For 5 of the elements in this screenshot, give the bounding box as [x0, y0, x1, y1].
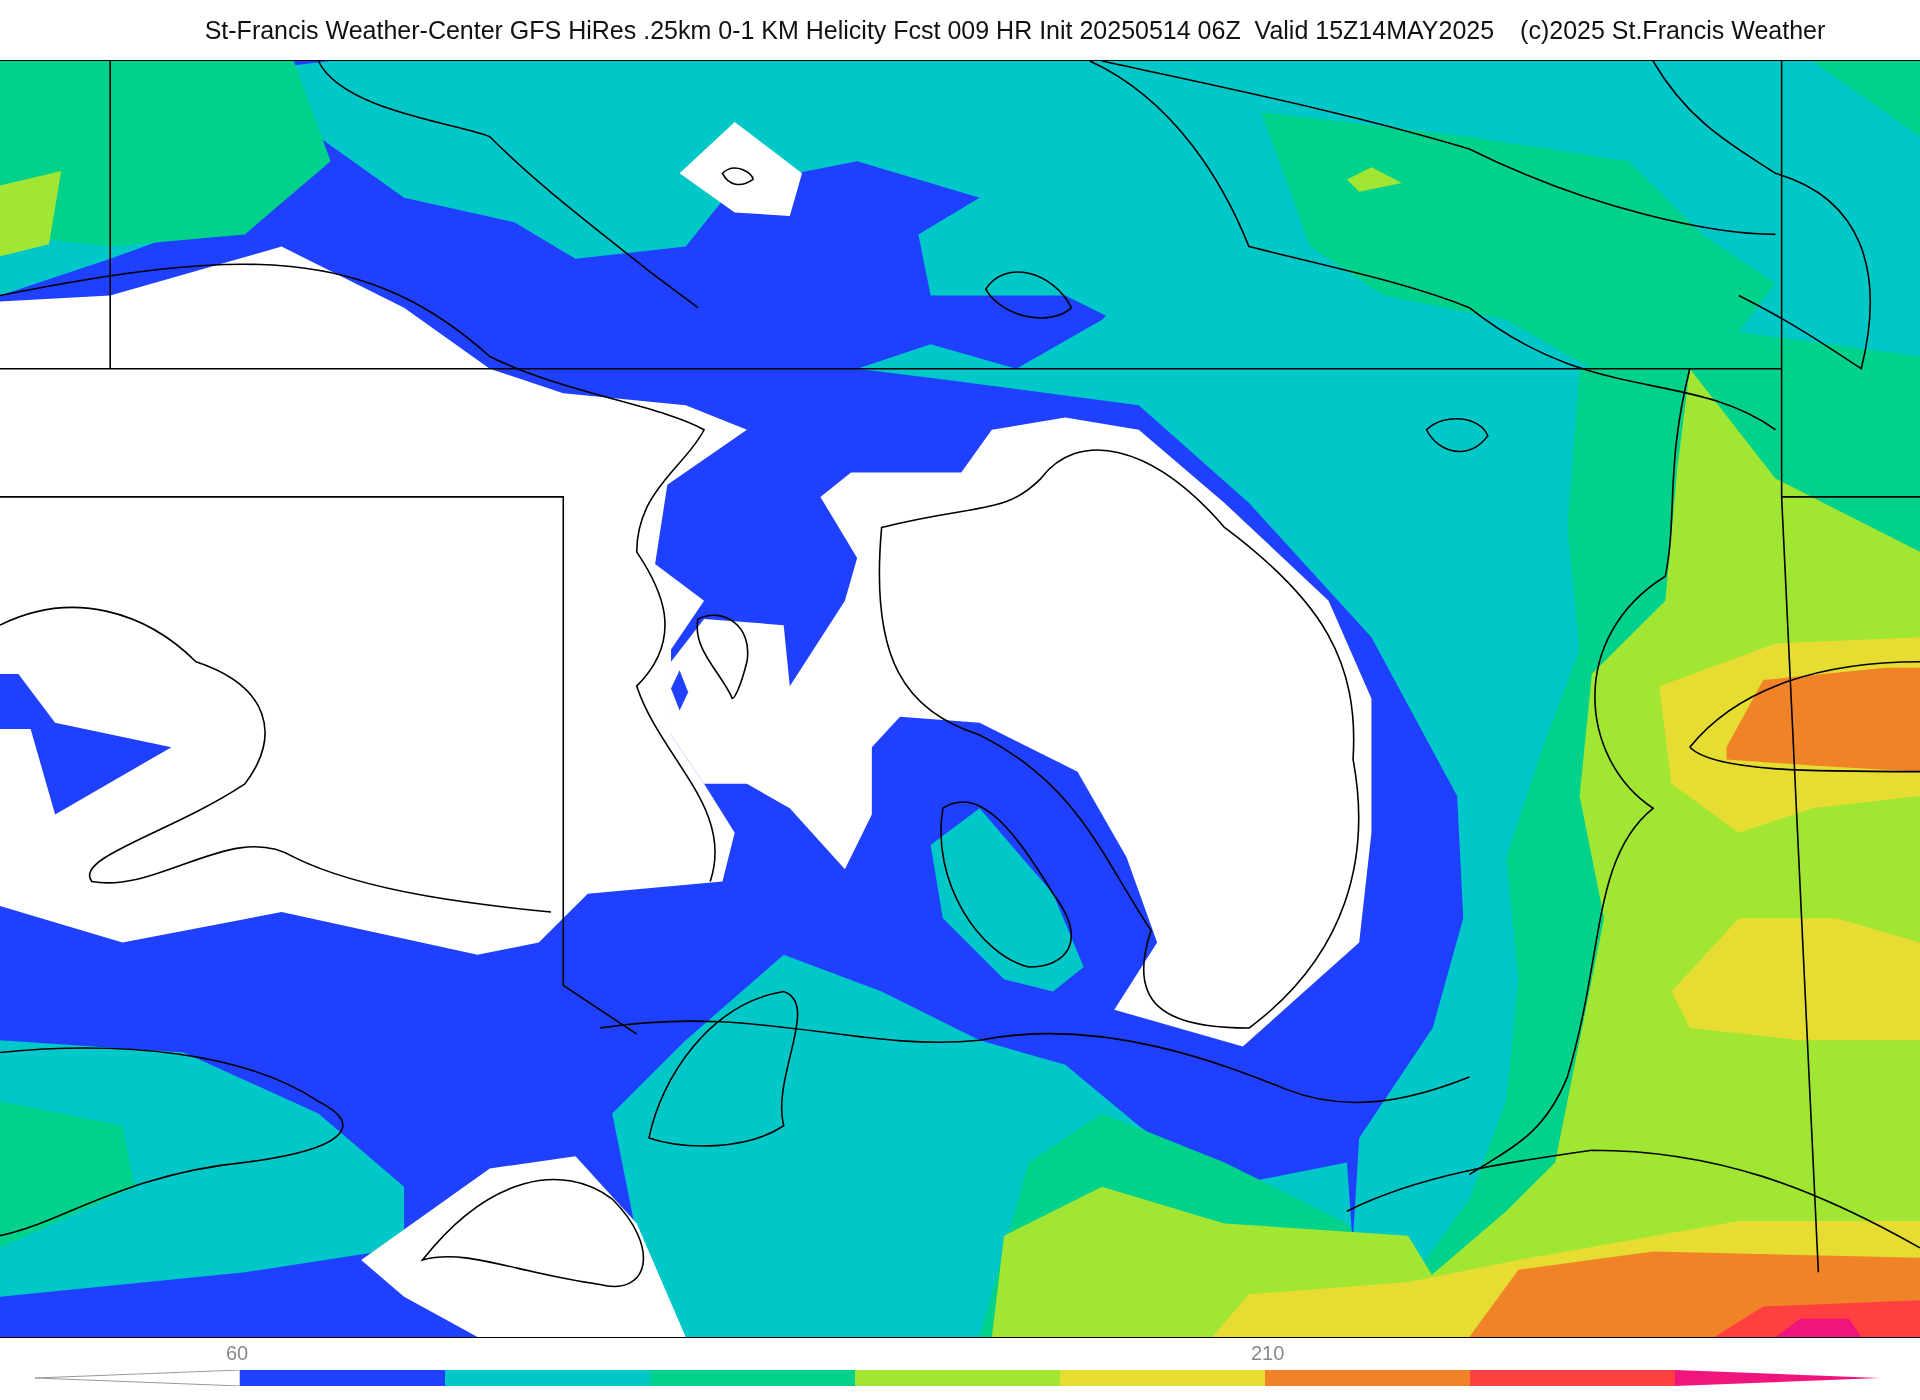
map-title: St-Francis Weather-Center GFS HiRes .25km 0-1 KM Helicity Fcst 009 HR Init 20250514 06Z Valid 15Z14MAY2025 [204, 15, 1495, 45]
colorbar-tick-label: 60 [226, 1342, 249, 1365]
copyright-credit: (c)2025 St.Francis Weather [1520, 15, 1826, 45]
colorbar-tick-label: 210 [1251, 1342, 1285, 1365]
colorbar-low-end-icon [35, 1370, 240, 1386]
